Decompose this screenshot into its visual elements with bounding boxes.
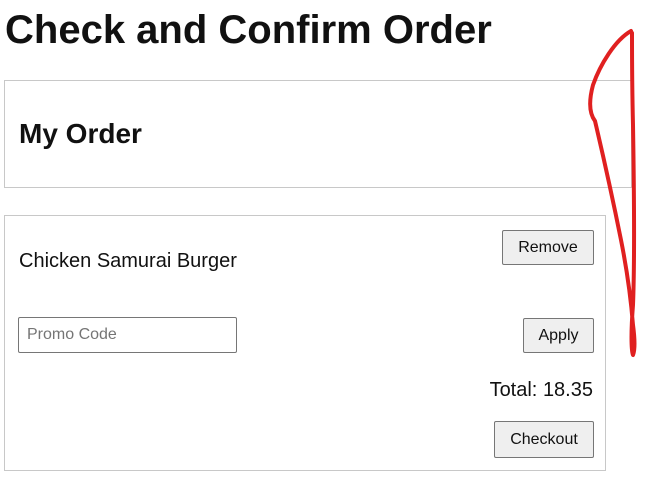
page-title: Check and Confirm Order <box>5 8 492 52</box>
promo-code-input[interactable] <box>18 317 237 353</box>
checkout-button[interactable]: Checkout <box>494 421 594 458</box>
total-amount: 18.35 <box>542 379 593 401</box>
order-card: Chicken Samurai Burger Remove Apply Tota… <box>4 215 606 471</box>
total-label: Total: <box>489 379 538 401</box>
apply-button[interactable]: Apply <box>523 318 594 353</box>
order-total: Total: 18.35 <box>490 378 593 402</box>
order-header-title: My Order <box>19 118 142 149</box>
remove-button[interactable]: Remove <box>502 230 594 265</box>
order-header-section: My Order <box>4 80 632 188</box>
item-name: Chicken Samurai Burger <box>19 250 237 272</box>
